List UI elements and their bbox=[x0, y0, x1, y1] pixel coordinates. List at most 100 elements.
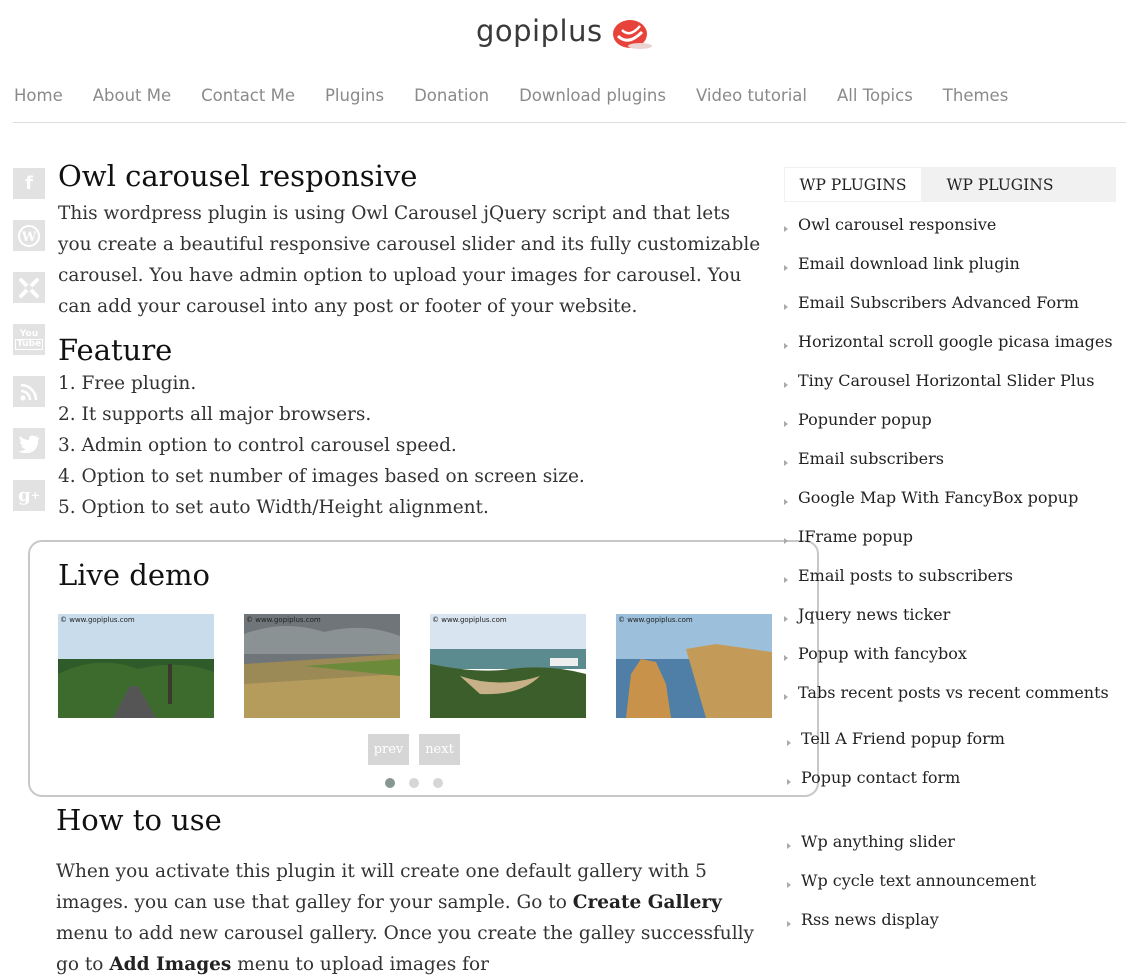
twitter-icon[interactable] bbox=[13, 428, 45, 459]
how-to-text-part: menu to upload images for bbox=[231, 954, 489, 975]
plugin-link-label: Tiny Carousel Horizontal Slider Plus bbox=[798, 371, 1095, 390]
plugin-link-label: Tell A Friend popup form bbox=[801, 729, 1005, 748]
feature-item: 4. Option to set number of images based … bbox=[58, 466, 585, 487]
plugin-link-label: Email Subscribers Advanced Form bbox=[798, 293, 1079, 312]
arrow-icon bbox=[787, 920, 791, 927]
feature-heading: Feature bbox=[58, 333, 173, 367]
plugin-link[interactable]: Tell A Friend popup form bbox=[787, 729, 1005, 748]
arrow-icon bbox=[784, 303, 788, 310]
carousel-image-road[interactable]: © www.gopiplus.com bbox=[58, 614, 214, 718]
feature-item: 5. Option to set auto Width/Height align… bbox=[58, 497, 489, 518]
wordpress-icon[interactable]: W bbox=[13, 220, 45, 251]
svg-text:W: W bbox=[21, 230, 37, 245]
nav-all-topics[interactable]: All Topics bbox=[837, 86, 913, 105]
article: Owl carousel responsive This wordpress p… bbox=[58, 156, 768, 523]
how-to-use-section: How to use When you activate this plugin… bbox=[56, 800, 766, 980]
sidebar-tabs: WP PLUGINS WP PLUGINS bbox=[784, 167, 1116, 202]
arrow-icon bbox=[784, 537, 788, 544]
carousel-pagination bbox=[385, 778, 443, 788]
nav-about-me[interactable]: About Me bbox=[93, 86, 171, 105]
plugin-link-label: Email download link plugin bbox=[798, 254, 1020, 273]
plugin-link[interactable]: Jquery news ticker bbox=[784, 605, 950, 624]
tab-wp-plugins-2[interactable]: WP PLUGINS bbox=[922, 167, 1078, 202]
youtube-icon[interactable]: You Tube bbox=[13, 324, 45, 355]
plugin-link[interactable]: Email download link plugin bbox=[784, 254, 1020, 273]
google-plus-icon[interactable]: g + bbox=[13, 480, 45, 511]
create-gallery-label: Create Gallery bbox=[572, 892, 722, 913]
plugin-link-label: Tabs recent posts vs recent comments bbox=[798, 683, 1109, 702]
plugin-link[interactable]: Popup with fancybox bbox=[784, 644, 967, 663]
plugin-link[interactable]: Email posts to subscribers bbox=[784, 566, 1013, 585]
arrow-icon bbox=[787, 778, 791, 785]
nav-contact-me[interactable]: Contact Me bbox=[201, 86, 295, 105]
pagination-dot-3[interactable] bbox=[433, 778, 443, 788]
add-images-label: Add Images bbox=[109, 954, 232, 975]
tab-wp-plugins-1[interactable]: WP PLUGINS bbox=[784, 167, 922, 202]
plugin-link[interactable]: IFrame popup bbox=[784, 527, 913, 546]
nav-themes[interactable]: Themes bbox=[943, 86, 1009, 105]
plugin-link[interactable]: Rss news display bbox=[787, 910, 939, 929]
plugin-link-label: Popunder popup bbox=[798, 410, 932, 429]
plugin-link[interactable]: Email Subscribers Advanced Form bbox=[784, 293, 1079, 312]
arrow-icon bbox=[784, 225, 788, 232]
feature-item: 1. Free plugin. bbox=[58, 373, 197, 394]
rss-icon[interactable] bbox=[13, 376, 45, 407]
live-demo-heading: Live demo bbox=[58, 558, 210, 592]
arrow-icon bbox=[784, 264, 788, 271]
pagination-dot-1[interactable] bbox=[385, 778, 395, 788]
arrow-icon bbox=[787, 881, 791, 888]
nav-plugins[interactable]: Plugins bbox=[325, 86, 384, 105]
plugin-link-label: Popup with fancybox bbox=[798, 644, 967, 663]
arrow-icon bbox=[784, 459, 788, 466]
plugin-link[interactable]: Horizontal scroll google picasa images bbox=[784, 332, 1113, 351]
plugin-link-label: Horizontal scroll google picasa images bbox=[798, 332, 1113, 351]
pagination-dot-2[interactable] bbox=[409, 778, 419, 788]
carousel-controls: prev next bbox=[368, 734, 460, 765]
plugin-link[interactable]: Tiny Carousel Horizontal Slider Plus bbox=[784, 371, 1094, 390]
next-button[interactable]: next bbox=[419, 734, 460, 765]
logo-swirl-icon bbox=[613, 20, 652, 49]
nav-donation[interactable]: Donation bbox=[414, 86, 489, 105]
arrow-icon bbox=[787, 739, 791, 746]
joomla-icon[interactable] bbox=[13, 272, 45, 303]
facebook-icon[interactable]: f bbox=[13, 168, 45, 199]
how-to-use-text: When you activate this plugin it will cr… bbox=[56, 856, 766, 980]
plugin-link-label: Wp cycle text announcement bbox=[801, 871, 1037, 890]
plugin-link[interactable]: Popup contact form bbox=[787, 768, 960, 787]
nav-video-tutorial[interactable]: Video tutorial bbox=[696, 86, 807, 105]
plugin-link[interactable]: Email subscribers bbox=[784, 449, 944, 468]
watermark: © www.gopiplus.com bbox=[618, 616, 693, 624]
plugin-link-label: Wp anything slider bbox=[801, 832, 955, 851]
carousel-image-cliffs[interactable]: © www.gopiplus.com bbox=[244, 614, 400, 718]
arrow-icon bbox=[784, 654, 788, 661]
plugin-link-label: Jquery news ticker bbox=[798, 605, 951, 624]
site-logo[interactable]: gopiplus bbox=[476, 14, 666, 54]
feature-item: 2. It supports all major browsers. bbox=[58, 404, 372, 425]
prev-button[interactable]: prev bbox=[368, 734, 409, 765]
plugin-link-label: Email posts to subscribers bbox=[798, 566, 1013, 585]
plugin-link[interactable]: Wp anything slider bbox=[787, 832, 955, 851]
article-title: Owl carousel responsive bbox=[58, 159, 418, 193]
nav-home[interactable]: Home bbox=[14, 86, 63, 105]
nav-download-plugins[interactable]: Download plugins bbox=[519, 86, 666, 105]
plugin-link-label: Popup contact form bbox=[801, 768, 961, 787]
live-demo-box: Live demo © www.gopiplus.com © www.gopip… bbox=[28, 540, 819, 797]
how-to-use-heading: How to use bbox=[56, 803, 222, 837]
carousel-image-rocks[interactable]: © www.gopiplus.com bbox=[616, 614, 772, 718]
plugin-link[interactable]: Google Map With FancyBox popup bbox=[784, 488, 1078, 507]
plugin-link[interactable]: Popunder popup bbox=[784, 410, 932, 429]
arrow-icon bbox=[784, 498, 788, 505]
carousel-slides: © www.gopiplus.com © www.gopiplus.com © … bbox=[58, 614, 772, 718]
arrow-icon bbox=[787, 842, 791, 849]
sidebar: WP PLUGINS WP PLUGINS Owl carousel respo… bbox=[784, 167, 1116, 929]
watermark: © www.gopiplus.com bbox=[432, 616, 507, 624]
plugin-link[interactable]: Tabs recent posts vs recent comments bbox=[784, 683, 1109, 702]
plugin-link[interactable]: Wp cycle text announcement bbox=[787, 871, 1036, 890]
plugin-link[interactable]: Owl carousel responsive bbox=[784, 215, 996, 234]
arrow-icon bbox=[784, 342, 788, 349]
article-intro: This wordpress plugin is using Owl Carou… bbox=[58, 203, 761, 317]
plugin-link-label: Google Map With FancyBox popup bbox=[798, 488, 1079, 507]
plugin-link-label: Rss news display bbox=[801, 910, 939, 929]
carousel-image-beach[interactable]: © www.gopiplus.com bbox=[430, 614, 586, 718]
social-icons: f W You Tube g + bbox=[13, 168, 45, 532]
